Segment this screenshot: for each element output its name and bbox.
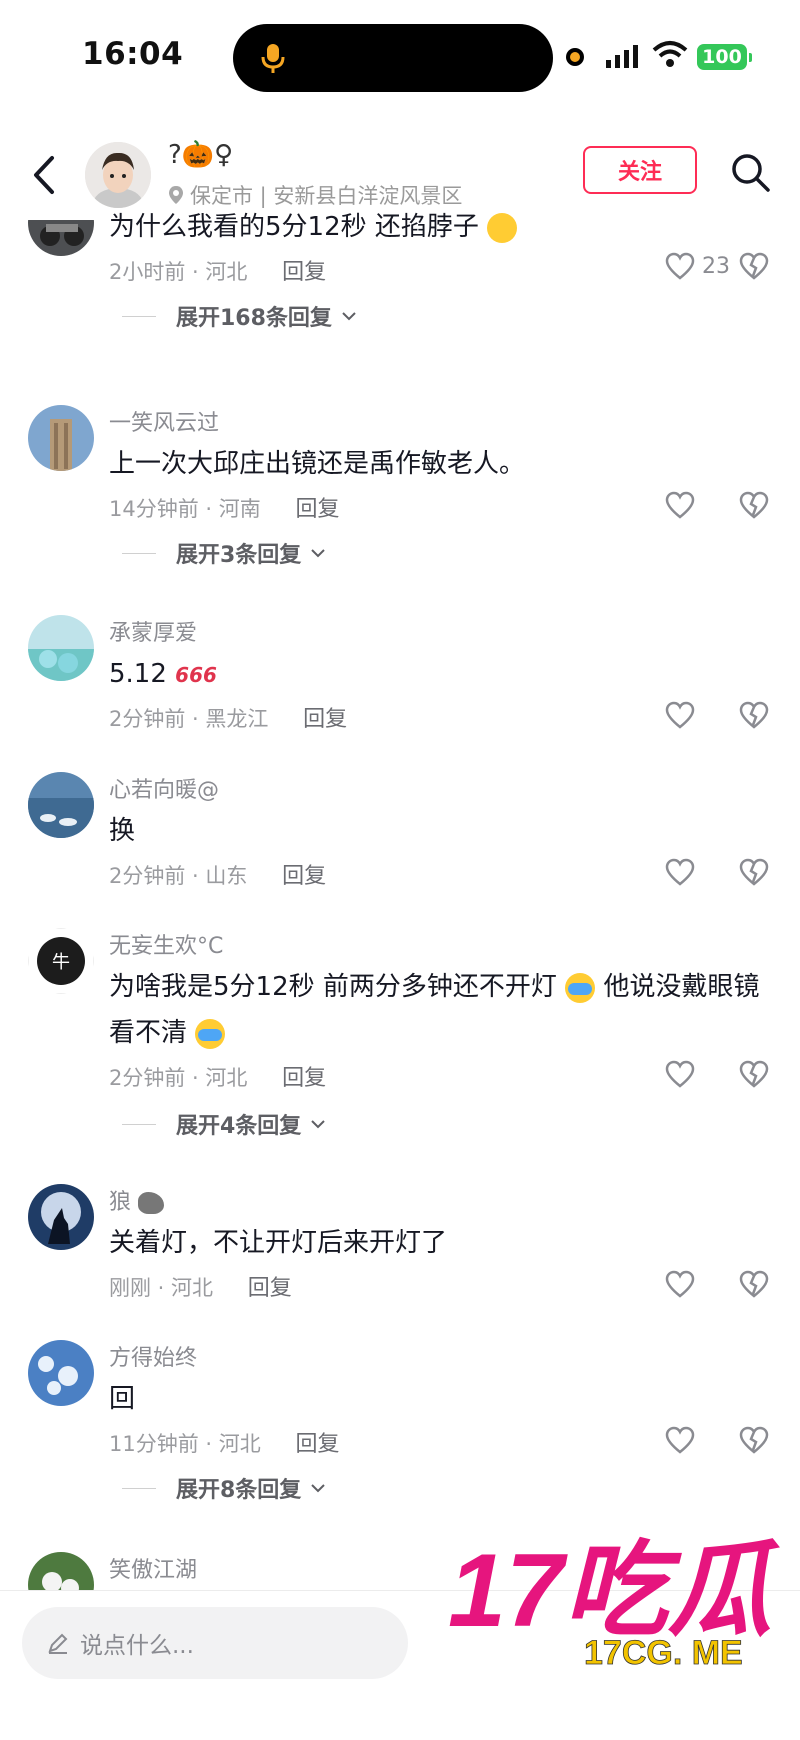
commenter-name[interactable]: 心若向暖@ [109, 772, 219, 804]
dislike-icon [739, 1060, 769, 1088]
666-emoji-icon: 666 [175, 663, 217, 687]
back-arrow-icon[interactable] [28, 152, 62, 198]
commenter-avatar[interactable] [28, 615, 94, 681]
dislike-button[interactable] [738, 1268, 770, 1300]
location-pin-icon [169, 186, 183, 204]
commenter-avatar[interactable] [28, 772, 94, 838]
expand-replies[interactable]: 展开8条回复 [122, 1472, 326, 1504]
mic-icon [261, 44, 285, 73]
commenter-avatar[interactable]: 牛 [28, 928, 94, 994]
follow-button[interactable]: 关注 [583, 146, 697, 194]
commenter-avatar[interactable] [28, 1340, 94, 1406]
comment-meta: 2小时前 · 河北 回复 [109, 260, 327, 285]
comment-text: 为啥我是5分12秒 前两分多钟还不开灯 他说没戴眼镜看不清 [109, 972, 760, 1049]
comment-text: 5.12 666 [109, 659, 217, 689]
signal-icon [606, 45, 638, 68]
commenter-name[interactable]: 一笑风云过 [109, 405, 219, 437]
like-button[interactable] [664, 856, 696, 888]
battery-indicator: 100 [697, 44, 752, 70]
reply-button[interactable]: 回复 [295, 1432, 339, 1457]
heart-icon [665, 1270, 695, 1298]
recording-indicator [566, 48, 584, 66]
reply-button[interactable]: 回复 [282, 260, 326, 285]
comment-meta: 14分钟前 · 河南 回复 [109, 497, 340, 522]
comment-text: 为什么我看的5分12秒 还掐脖子 [109, 204, 769, 250]
dislike-icon [739, 491, 769, 519]
author-name: ?🎃♀ [168, 140, 234, 170]
like-count: 23 [702, 253, 730, 279]
comment-input-bar: 说点什么... [0, 1590, 800, 1740]
dislike-button[interactable] [738, 250, 770, 282]
svg-text:牛: 牛 [52, 952, 70, 973]
comment-meta: 2分钟前 · 山东 回复 [109, 864, 327, 889]
pencil-icon [48, 1633, 68, 1654]
like-button[interactable] [664, 489, 696, 521]
like-button[interactable] [664, 1058, 696, 1090]
like-button[interactable] [664, 1268, 696, 1300]
chevron-down-icon [311, 549, 326, 558]
reply-button[interactable]: 回复 [295, 497, 339, 522]
dislike-icon [739, 252, 769, 280]
commenter-name[interactable]: 承蒙厚爱 [109, 615, 197, 647]
reply-button[interactable]: 回复 [282, 864, 326, 889]
dislike-button[interactable] [738, 1058, 770, 1090]
author-avatar[interactable] [85, 142, 151, 208]
comment-meta: 2分钟前 · 河北 回复 [109, 1066, 327, 1091]
commenter-name[interactable]: 狼 [109, 1184, 165, 1216]
chevron-down-icon [342, 312, 356, 321]
status-time: 16:04 [82, 36, 184, 72]
comment-meta: 刚刚 · 河北 回复 [109, 1276, 292, 1301]
dislike-icon [739, 1426, 769, 1454]
chevron-down-icon [311, 1484, 326, 1493]
like-button[interactable]: 23 [664, 250, 730, 282]
heart-icon [665, 1426, 695, 1454]
expand-replies[interactable]: 展开4条回复 [122, 1108, 326, 1140]
dynamic-island [233, 24, 553, 92]
comment-text: 回 [109, 1384, 136, 1414]
heart-icon [665, 701, 695, 729]
commenter-name[interactable]: 无妄生欢°C [109, 928, 223, 960]
expand-replies[interactable]: 展开3条回复 [122, 537, 326, 569]
like-button[interactable] [664, 699, 696, 731]
chevron-down-icon [311, 1120, 326, 1129]
dislike-button[interactable] [738, 856, 770, 888]
comment-text: 上一次大邱庄出镜还是禹作敏老人。 [109, 449, 526, 479]
heart-icon [665, 491, 695, 519]
commenter-avatar[interactable] [28, 405, 94, 471]
comment-meta: 11分钟前 · 河北 回复 [109, 1432, 340, 1457]
dislike-button[interactable] [738, 1424, 770, 1456]
wifi-icon [652, 41, 688, 67]
laugh-cry-emoji-icon [565, 972, 596, 1003]
reply-button[interactable]: 回复 [303, 707, 347, 732]
wink-emoji-icon [487, 212, 518, 243]
heart-icon [665, 858, 695, 886]
comment-meta: 2分钟前 · 黑龙江 回复 [109, 707, 348, 732]
commenter-name[interactable]: 方得始终 [109, 1340, 197, 1372]
input-placeholder: 说点什么... [80, 1633, 194, 1659]
reply-button[interactable]: 回复 [248, 1276, 292, 1301]
dislike-icon [739, 1270, 769, 1298]
status-bar: 16:04 100 [0, 0, 800, 110]
dislike-icon [739, 858, 769, 886]
heart-icon [665, 1060, 695, 1088]
reply-button[interactable]: 回复 [282, 1066, 326, 1091]
laugh-cry-emoji-icon [195, 1018, 226, 1049]
dislike-button[interactable] [738, 699, 770, 731]
expand-replies[interactable]: 展开168条回复 [122, 300, 356, 332]
dislike-button[interactable] [738, 489, 770, 521]
comment-input[interactable]: 说点什么... [22, 1607, 408, 1679]
comment-text: 关着灯，不让开灯后来开灯了 [109, 1228, 448, 1258]
commenter-avatar[interactable] [28, 1184, 94, 1250]
like-button[interactable] [664, 1424, 696, 1456]
dislike-icon [739, 701, 769, 729]
heart-icon [665, 252, 695, 280]
wolf-emoji-icon [138, 1192, 165, 1214]
search-icon[interactable] [728, 150, 772, 194]
commenter-name[interactable]: 笑傲江湖 [109, 1552, 197, 1584]
comment-text: 换 [109, 816, 136, 846]
